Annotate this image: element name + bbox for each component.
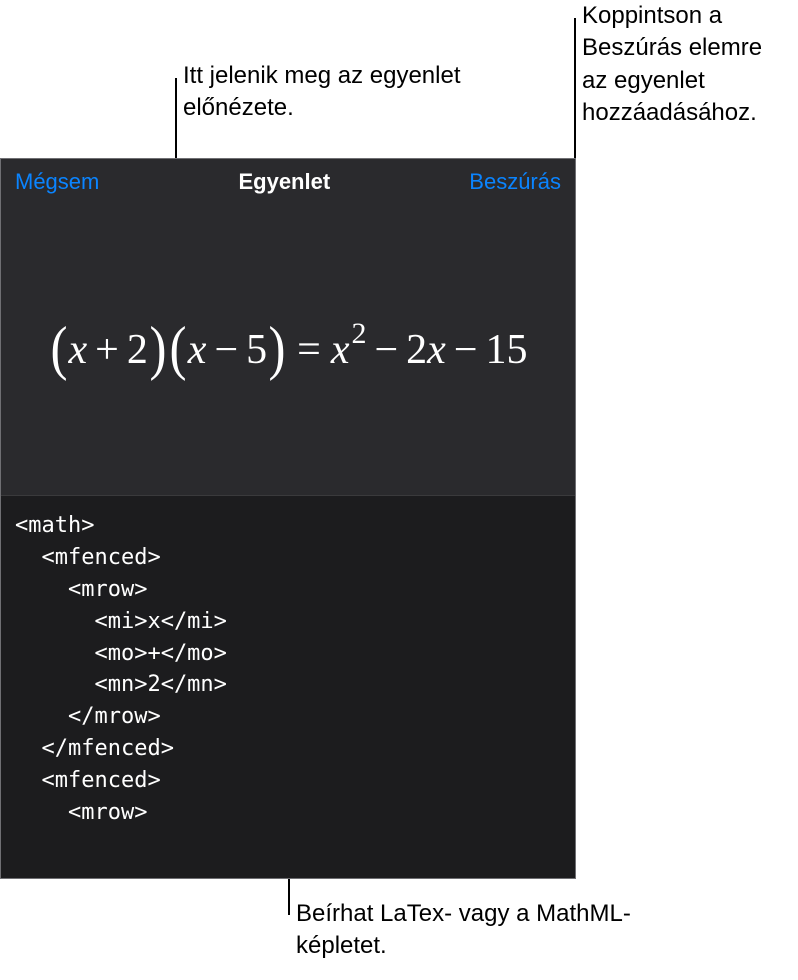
equation-var: x	[427, 326, 446, 374]
callout-preview: Itt jelenik meg az egyenlet előnézete.	[183, 60, 483, 125]
equation-var: x	[188, 326, 207, 374]
cancel-button[interactable]: Mégsem	[15, 169, 99, 195]
callout-code: Beírhat LaTex- vagy a MathML-képletet.	[296, 898, 656, 963]
equation-num: 2	[406, 326, 427, 374]
equation-editor-panel: Mégsem Egyenlet Beszúrás ( x + 2 ) ( x −…	[0, 158, 576, 879]
mathml-input[interactable]: <math> <mfenced> <mrow> <mi>x</mi> <mo>+…	[1, 495, 575, 878]
equation-num: 5	[246, 326, 267, 374]
equation-num: 15	[486, 326, 528, 374]
equation-op: +	[95, 326, 119, 374]
equation-preview: ( x + 2 ) ( x − 5 ) = x 2 − 2 x − 15	[1, 205, 575, 495]
equation-num: 2	[127, 326, 148, 374]
equation-var: x	[68, 326, 87, 374]
callout-line	[574, 18, 576, 160]
rendered-equation: ( x + 2 ) ( x − 5 ) = x 2 − 2 x − 15	[49, 326, 528, 374]
left-paren-icon: (	[169, 324, 186, 372]
right-paren-icon: )	[149, 324, 166, 372]
navbar-title: Egyenlet	[238, 169, 330, 195]
equation-op: −	[454, 326, 478, 374]
insert-button[interactable]: Beszúrás	[469, 169, 561, 195]
callout-insert: Koppintson a Beszúrás elemre az egyenlet…	[582, 0, 792, 130]
navbar: Mégsem Egyenlet Beszúrás	[1, 159, 575, 205]
right-paren-icon: )	[269, 324, 286, 372]
equation-exp: 2	[351, 317, 366, 351]
equation-op: −	[374, 326, 398, 374]
left-paren-icon: (	[50, 324, 67, 372]
equation-op: −	[214, 326, 238, 374]
equation-var: x	[331, 326, 350, 374]
equation-eq: =	[297, 326, 321, 374]
